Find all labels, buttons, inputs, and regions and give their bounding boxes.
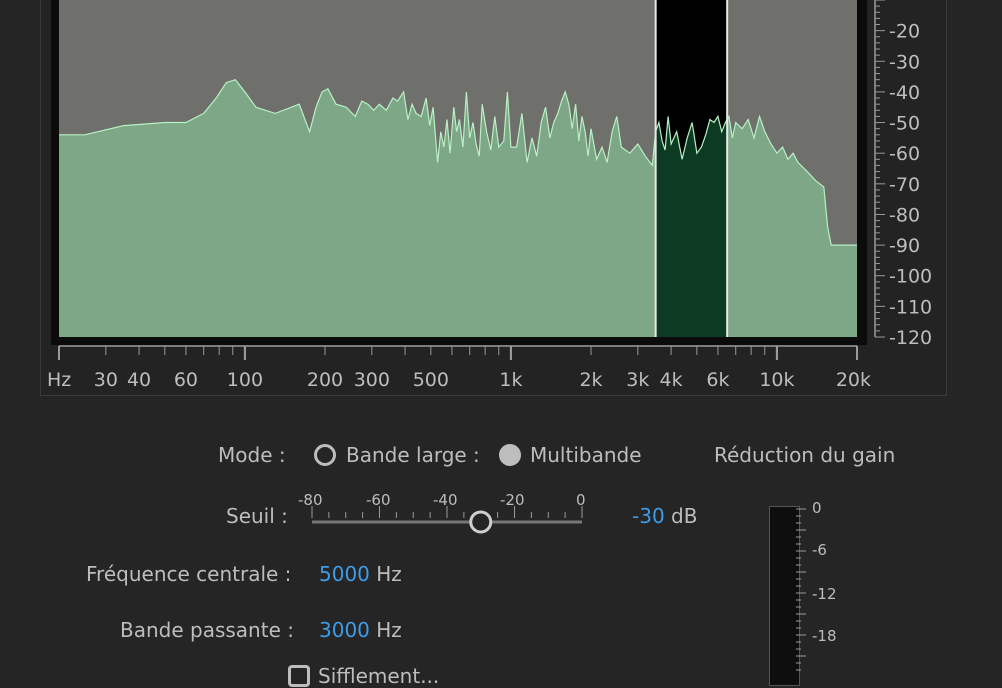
db-tick-label: -110 [889,296,932,318]
checkbox-hiss[interactable] [288,665,310,687]
threshold-unit: dB [671,504,698,528]
threshold-slider[interactable] [296,504,596,544]
spectrum-display[interactable]: -20 -30 -40 -50 -60 -70 -80 -90 -100 -110 -120 Hz 30… [40,0,947,396]
checkbox-hiss-label: Sifflement... [318,664,440,688]
meter-label: 0 [812,499,822,517]
freq-tick-label: 30 [94,369,118,391]
slider-handle[interactable] [469,510,493,534]
bandwidth-label: Bande passante : [120,618,294,642]
threshold-value[interactable]: -30 [632,504,665,528]
center-freq-field[interactable]: 5000 Hz [319,562,402,586]
db-tick-label: -50 [889,113,920,135]
freq-tick-label: 6k [706,369,729,391]
freq-tick-label: 1k [499,369,522,391]
center-freq-unit: Hz [376,562,402,586]
db-tick-label: -90 [889,235,920,257]
freq-tick-label: Hz [47,369,71,391]
freq-tick-label: 500 [413,369,449,391]
freq-tick-label: 3k [626,369,649,391]
broadband-label[interactable]: Bande large : [346,443,480,467]
freq-tick-label: 20k [836,369,871,391]
threshold-value-field[interactable]: -30 dB [632,504,697,528]
freq-tick-label: 40 [127,369,151,391]
bandwidth-value[interactable]: 3000 [319,618,370,642]
db-tick-label: -30 [889,51,920,73]
bandwidth-unit: Hz [376,618,402,642]
bandwidth-field[interactable]: 3000 Hz [319,618,402,642]
meter-label: -6 [812,541,827,559]
mode-label: Mode : [218,443,286,467]
freq-tick-label: 300 [354,369,390,391]
db-tick-label: -80 [889,204,920,226]
spectrum-graph[interactable]: -20 -30 -40 -50 -60 -70 -80 -90 -100 -110 -120 Hz 30… [41,0,946,396]
db-tick-label: -60 [889,143,920,165]
db-tick-label: -70 [889,174,920,196]
freq-tick-label: 100 [227,369,263,391]
db-tick-label: -100 [889,266,932,288]
freq-tick-label: 2k [579,369,602,391]
center-freq-label: Fréquence centrale : [86,562,292,586]
freq-tick-label: 60 [174,369,198,391]
freq-tick-label: 200 [307,369,343,391]
meter-label: -18 [812,627,837,645]
center-freq-value[interactable]: 5000 [319,562,370,586]
db-tick-label: -120 [889,327,932,349]
meter-label: -12 [812,585,837,603]
radio-multiband[interactable] [499,444,521,466]
freq-tick-label: 10k [759,369,794,391]
threshold-label: Seuil : [226,504,288,528]
radio-broadband[interactable] [314,444,336,466]
multiband-label[interactable]: Multibande [530,443,642,467]
freq-tick-label: 4k [660,369,683,391]
gain-reduction-label: Réduction du gain [714,443,896,467]
db-tick-label: -40 [889,82,920,104]
db-tick-label: -20 [889,21,920,43]
